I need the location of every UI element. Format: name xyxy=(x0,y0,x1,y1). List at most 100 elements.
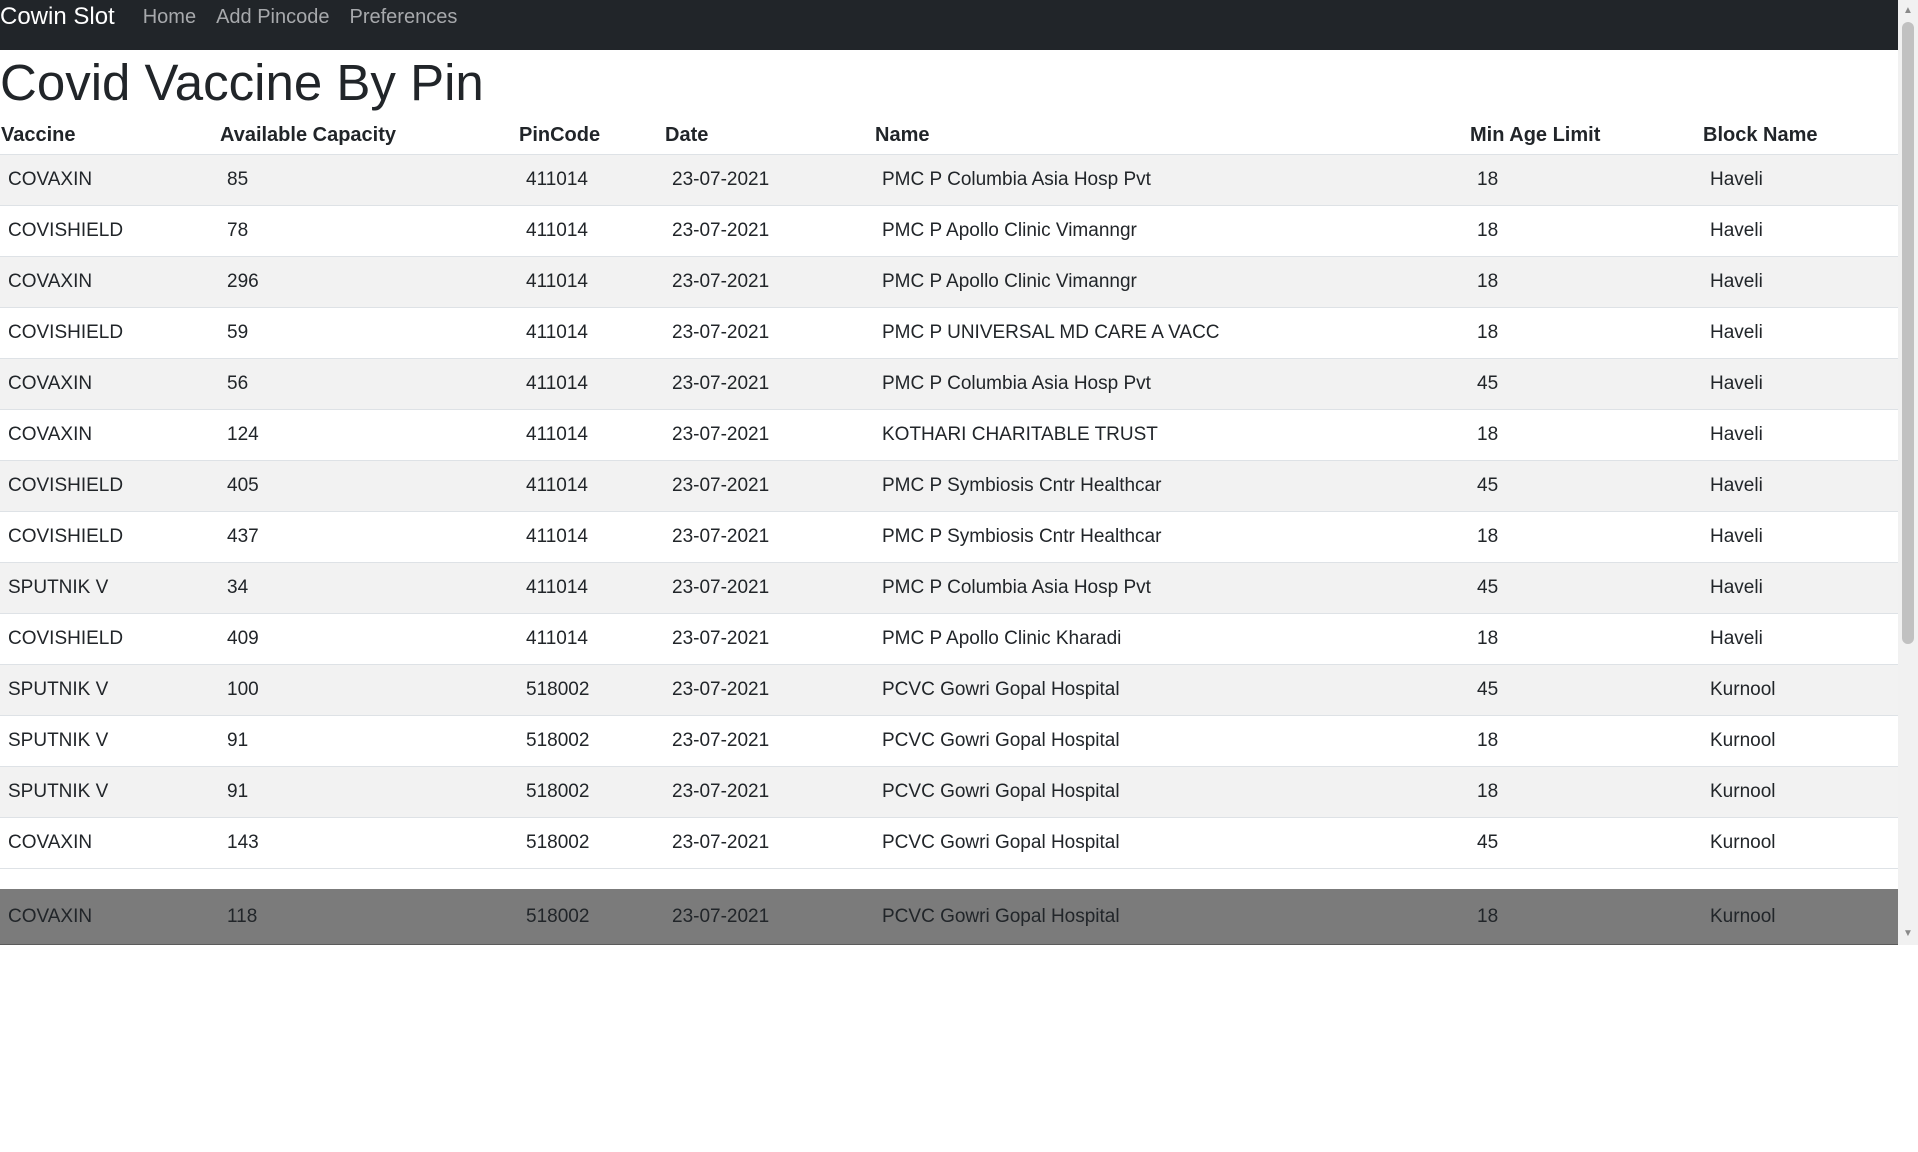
cell-min-age-limit: 45 xyxy=(1469,817,1702,869)
cell-vaccine: COVAXIN xyxy=(0,889,219,944)
cell-min-age-limit: 18 xyxy=(1469,715,1702,767)
table-bottom-border xyxy=(0,944,1898,945)
cell-block-name: Haveli xyxy=(1702,460,1898,512)
cell-vaccine: COVAXIN xyxy=(0,409,219,461)
cell-min-age-limit: 18 xyxy=(1469,766,1702,818)
vaccine-slots-table: Vaccine Available Capacity PinCode Date … xyxy=(0,116,1898,944)
scroll-down-arrow-icon[interactable]: ▼ xyxy=(1898,925,1918,943)
cell-pincode: 411014 xyxy=(518,460,664,512)
cell-vaccine: COVAXIN xyxy=(0,358,219,410)
cell-name: KOTHARI CHARITABLE TRUST xyxy=(874,409,1469,461)
header-block-name: Block Name xyxy=(1702,116,1898,155)
cell-vaccine: COVISHIELD xyxy=(0,307,219,359)
cell-pincode: 411014 xyxy=(518,358,664,410)
cell-date: 23-07-2021 xyxy=(664,409,874,461)
cell-available-capacity: 405 xyxy=(219,460,518,512)
cell-block-name: Haveli xyxy=(1702,562,1898,614)
cell-min-age-limit: 18 xyxy=(1469,889,1702,944)
table-row: COVISHIELD 78 411014 23-07-2021 PMC P Apollo… xyxy=(0,205,1898,257)
cell-date: 23-07-2021 xyxy=(664,715,874,767)
scrollbar-thumb[interactable] xyxy=(1902,22,1914,644)
cell-available-capacity: 409 xyxy=(219,613,518,665)
cell-name: PMC P Apollo Clinic Kharadi xyxy=(874,613,1469,665)
cell-name: PCVC Gowri Gopal Hospital xyxy=(874,715,1469,767)
cell-available-capacity: 124 xyxy=(219,409,518,461)
vertical-scrollbar[interactable]: ▲ ▼ xyxy=(1898,0,1918,945)
cell-name: PMC P Columbia Asia Hosp Pvt xyxy=(874,154,1469,206)
cell-pincode: 518002 xyxy=(518,889,664,944)
cell-name: PCVC Gowri Gopal Hospital xyxy=(874,664,1469,716)
scroll-up-arrow-icon[interactable]: ▲ xyxy=(1898,2,1918,20)
cell-available-capacity: 91 xyxy=(219,715,518,767)
table-spacer-row xyxy=(0,868,1898,889)
cell-available-capacity: 78 xyxy=(219,205,518,257)
cell-min-age-limit: 18 xyxy=(1469,613,1702,665)
cell-block-name: Haveli xyxy=(1702,205,1898,257)
cell-pincode: 411014 xyxy=(518,562,664,614)
nav-link-preferences[interactable]: Preferences xyxy=(350,6,458,29)
cell-pincode: 411014 xyxy=(518,307,664,359)
cell-block-name: Kurnool xyxy=(1702,817,1898,869)
cell-pincode: 411014 xyxy=(518,205,664,257)
cell-available-capacity: 437 xyxy=(219,511,518,563)
cell-pincode: 518002 xyxy=(518,766,664,818)
table-row: COVAXIN 56 411014 23-07-2021 PMC P Columbia … xyxy=(0,358,1898,410)
cell-block-name: Kurnool xyxy=(1702,715,1898,767)
nav-link-home[interactable]: Home xyxy=(143,6,196,29)
cell-vaccine: COVISHIELD xyxy=(0,460,219,512)
cell-name: PMC P Columbia Asia Hosp Pvt xyxy=(874,358,1469,410)
cell-name: PCVC Gowri Gopal Hospital xyxy=(874,766,1469,818)
cell-block-name: Haveli xyxy=(1702,307,1898,359)
table-row: SPUTNIK V 91 518002 23-07-2021 PCVC Gowri Go… xyxy=(0,766,1898,818)
table-row: SPUTNIK V 91 518002 23-07-2021 PCVC Gowri Go… xyxy=(0,715,1898,767)
cell-block-name: Haveli xyxy=(1702,409,1898,461)
header-name: Name xyxy=(874,116,1469,155)
cell-vaccine: COVISHIELD xyxy=(0,511,219,563)
cell-vaccine: COVAXIN xyxy=(0,256,219,308)
cell-pincode: 411014 xyxy=(518,256,664,308)
table-row: COVISHIELD 437 411014 23-07-2021 PMC P Symbi… xyxy=(0,511,1898,563)
cell-min-age-limit: 18 xyxy=(1469,307,1702,359)
cell-vaccine: SPUTNIK V xyxy=(0,562,219,614)
cell-date: 23-07-2021 xyxy=(664,205,874,257)
cell-date: 23-07-2021 xyxy=(664,460,874,512)
cell-pincode: 518002 xyxy=(518,715,664,767)
cell-date: 23-07-2021 xyxy=(664,613,874,665)
table-header-row: Vaccine Available Capacity PinCode Date … xyxy=(0,116,1898,155)
cell-pincode: 518002 xyxy=(518,664,664,716)
cell-name: PMC P Symbiosis Cntr Healthcar xyxy=(874,511,1469,563)
cell-date: 23-07-2021 xyxy=(664,256,874,308)
cell-block-name: Kurnool xyxy=(1702,889,1898,944)
brand-link[interactable]: Cowin Slot xyxy=(0,0,115,42)
cell-pincode: 411014 xyxy=(518,409,664,461)
cell-date: 23-07-2021 xyxy=(664,154,874,206)
cell-vaccine: SPUTNIK V xyxy=(0,715,219,767)
nav-link-add-pincode[interactable]: Add Pincode xyxy=(216,6,329,29)
cell-name: PMC P Apollo Clinic Vimanngr xyxy=(874,205,1469,257)
cell-min-age-limit: 45 xyxy=(1469,664,1702,716)
table-row: SPUTNIK V 100 518002 23-07-2021 PCVC Gowri G… xyxy=(0,664,1898,716)
cell-vaccine: COVAXIN xyxy=(0,817,219,869)
app-viewport: Cowin Slot Home Add Pincode Preferences … xyxy=(0,0,1918,945)
table-row: SPUTNIK V 34 411014 23-07-2021 PMC P Columbi… xyxy=(0,562,1898,614)
header-date: Date xyxy=(664,116,874,155)
cell-pincode: 518002 xyxy=(518,817,664,869)
cell-min-age-limit: 18 xyxy=(1469,256,1702,308)
cell-min-age-limit: 18 xyxy=(1469,409,1702,461)
cell-date: 23-07-2021 xyxy=(664,358,874,410)
cell-name: PCVC Gowri Gopal Hospital xyxy=(874,889,1469,944)
cell-date: 23-07-2021 xyxy=(664,766,874,818)
cell-pincode: 411014 xyxy=(518,511,664,563)
table-body: COVAXIN 85 411014 23-07-2021 PMC P Columbia … xyxy=(0,154,1898,944)
cell-vaccine: SPUTNIK V xyxy=(0,766,219,818)
cell-vaccine: COVISHIELD xyxy=(0,205,219,257)
table-row: COVISHIELD 59 411014 23-07-2021 PMC P UNIVER… xyxy=(0,307,1898,359)
cell-available-capacity: 59 xyxy=(219,307,518,359)
cell-name: PMC P Apollo Clinic Vimanngr xyxy=(874,256,1469,308)
cell-available-capacity: 34 xyxy=(219,562,518,614)
header-available-capacity: Available Capacity xyxy=(219,116,518,155)
header-min-age-limit: Min Age Limit xyxy=(1469,116,1702,155)
top-navbar: Cowin Slot Home Add Pincode Preferences xyxy=(0,0,1898,50)
cell-vaccine: SPUTNIK V xyxy=(0,664,219,716)
cell-date: 23-07-2021 xyxy=(664,817,874,869)
